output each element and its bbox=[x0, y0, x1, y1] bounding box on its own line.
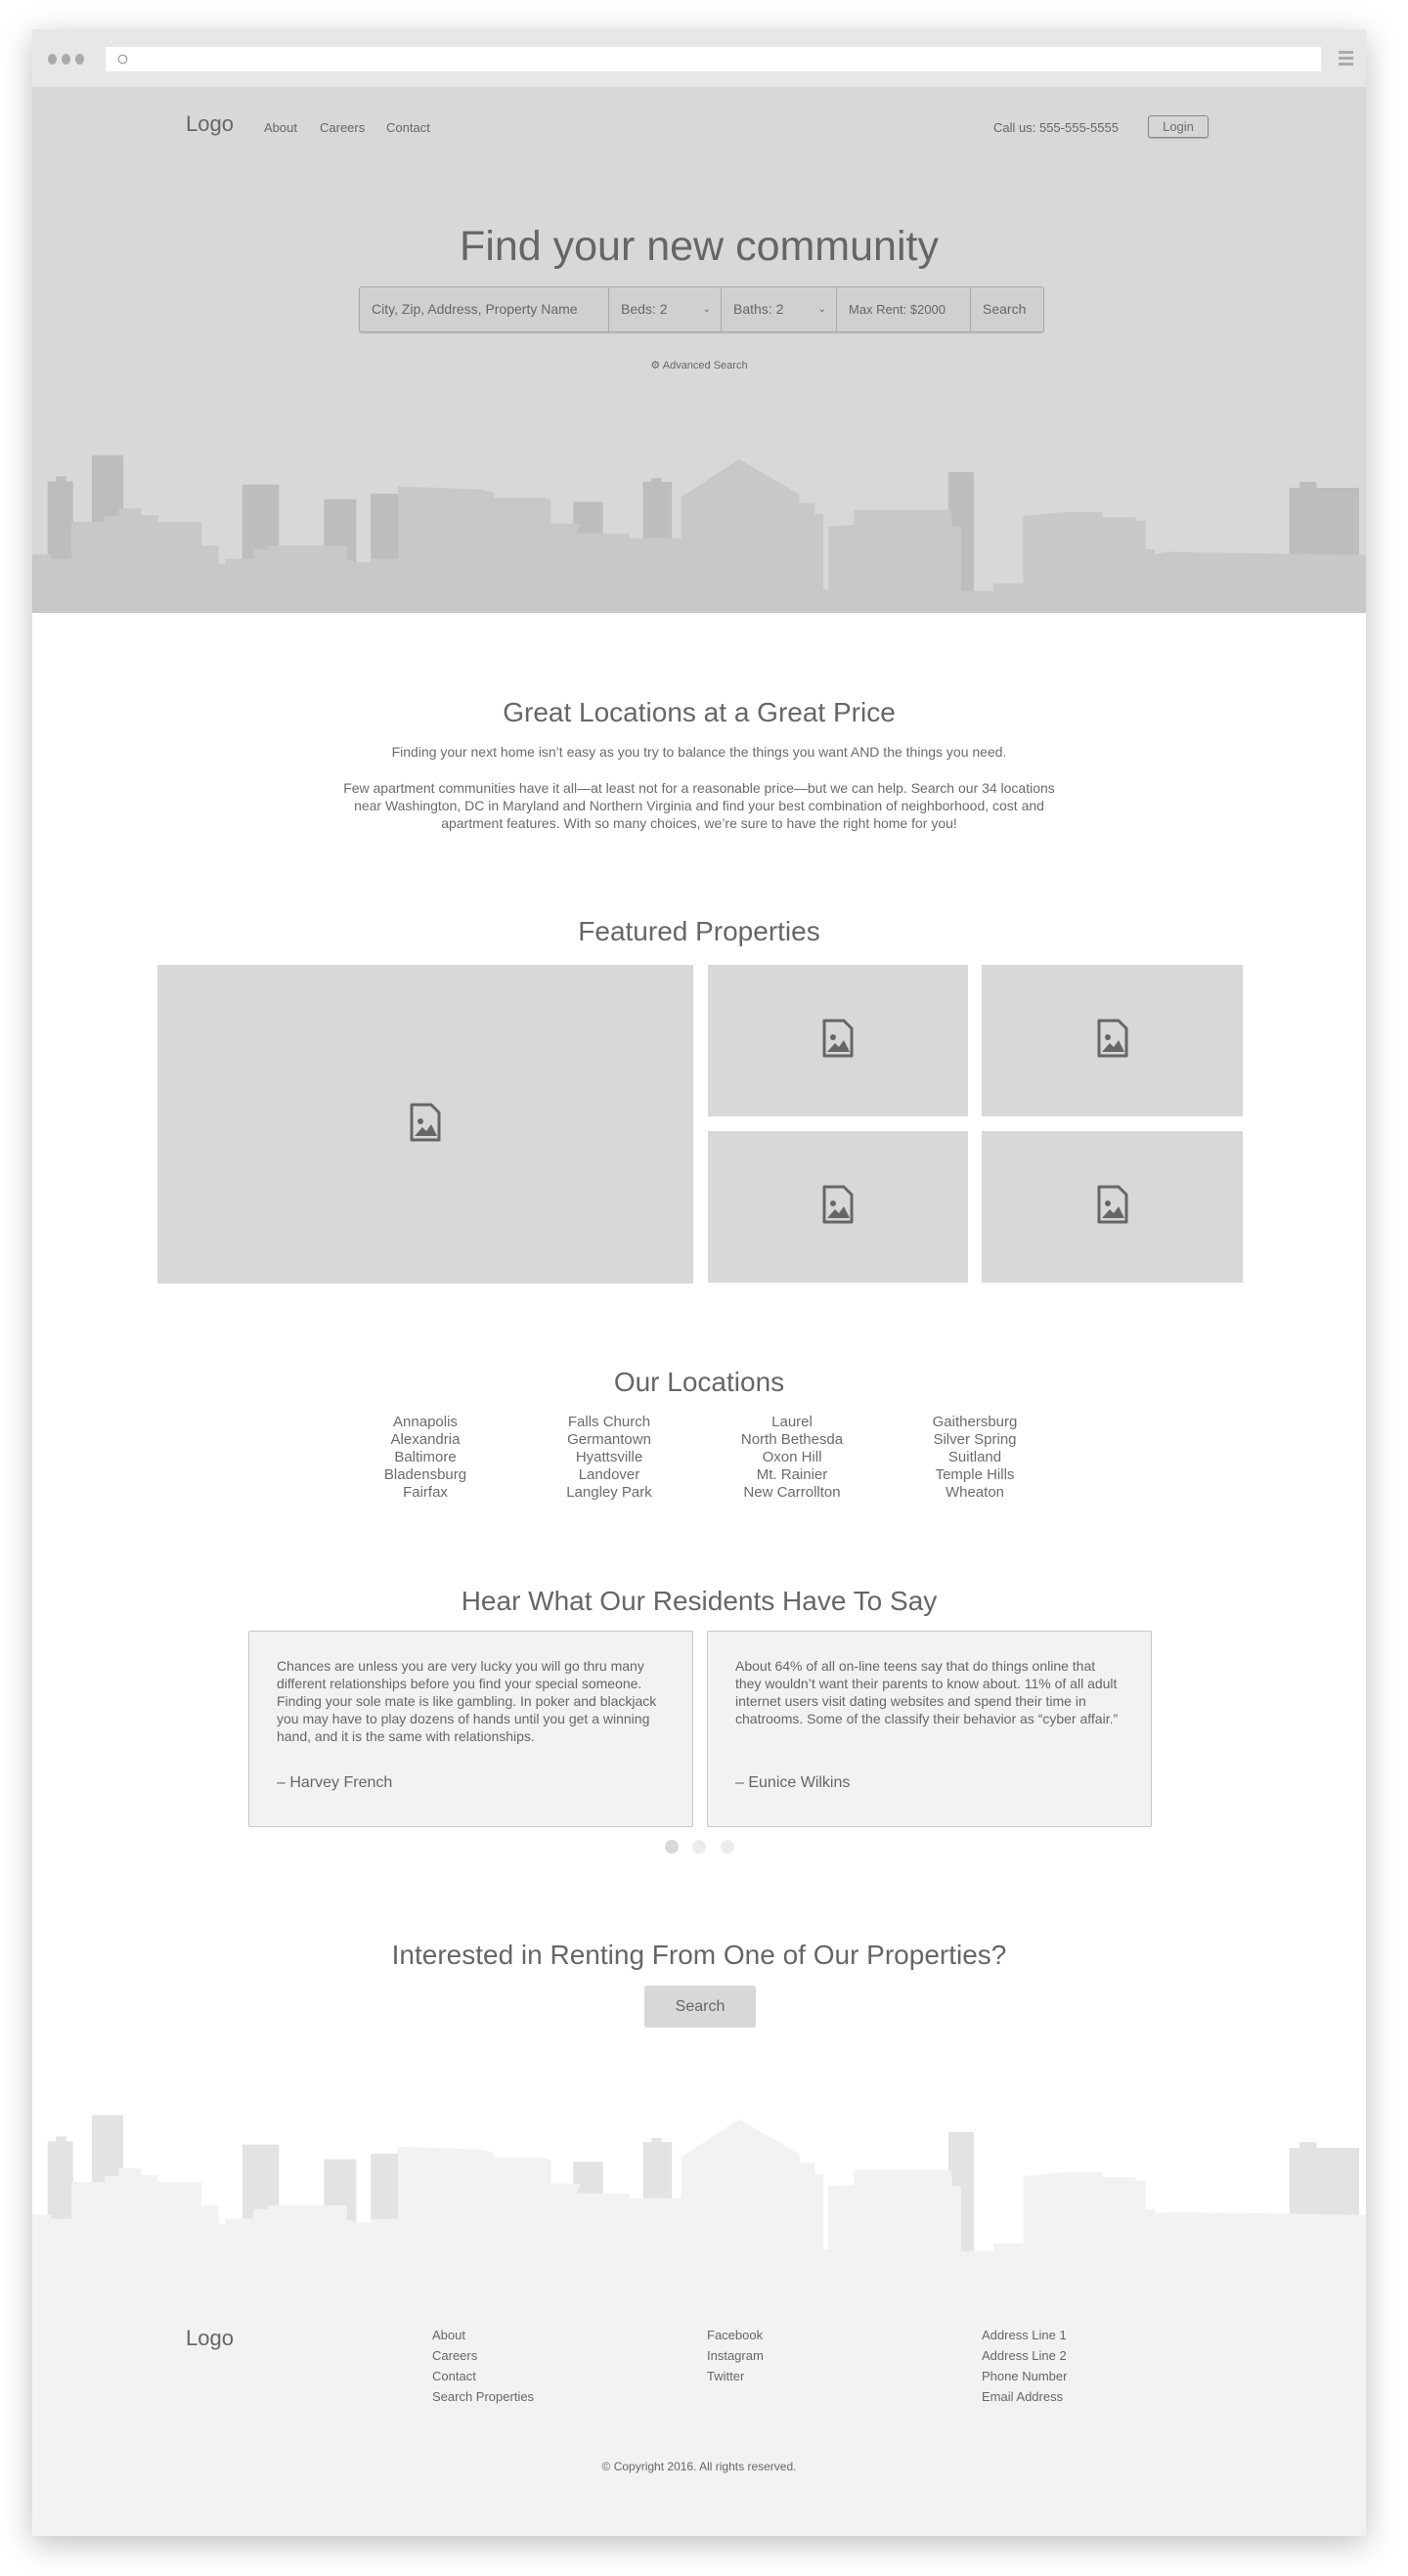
footer-logo[interactable]: Logo bbox=[186, 2326, 234, 2351]
footer-link[interactable]: Search Properties bbox=[432, 2386, 534, 2407]
footer-column: Address Line 1 Address Line 2 Phone Number… bbox=[982, 2325, 1067, 2407]
intro-paragraph: Finding your next home isn’t easy as you… bbox=[391, 744, 1007, 760]
cta-title: Interested in Renting From One of Our Pr… bbox=[391, 1940, 1007, 1970]
image-file-icon bbox=[1096, 1185, 1129, 1229]
intro-paragraph: Few apartment communities have it all—at… bbox=[343, 780, 1055, 831]
location-link[interactable]: Alexandria bbox=[337, 1431, 513, 1449]
nav-about[interactable]: About bbox=[264, 120, 297, 135]
location-link[interactable]: North Bethesda bbox=[704, 1431, 880, 1449]
featured-title: Featured Properties bbox=[578, 916, 820, 946]
featured-property-tile[interactable] bbox=[157, 965, 693, 1284]
testimonial-author: – Eunice Wilkins bbox=[735, 1774, 851, 1791]
featured-property-tile[interactable] bbox=[982, 965, 1243, 1116]
footer-link[interactable]: Address Line 1 bbox=[982, 2325, 1067, 2345]
location-link[interactable]: Bladensburg bbox=[337, 1466, 513, 1484]
testimonial-author: – Harvey French bbox=[277, 1774, 393, 1791]
beds-value: Beds: 2 bbox=[621, 301, 668, 317]
beds-select[interactable]: Beds: 2 ⌄ bbox=[609, 287, 722, 331]
advanced-search-label: Advanced Search bbox=[662, 360, 748, 371]
location-link[interactable]: Silver Spring bbox=[887, 1431, 1063, 1449]
location-link[interactable]: Annapolis bbox=[337, 1414, 513, 1431]
location-link[interactable]: Mt. Rainier bbox=[704, 1466, 880, 1484]
skyline-illustration bbox=[32, 455, 1366, 613]
locations-column: Laurel North Bethesda Oxon Hill Mt. Rainier… bbox=[704, 1414, 880, 1502]
location-link[interactable]: Gaithersburg bbox=[887, 1414, 1063, 1431]
locations-title: Our Locations bbox=[613, 1367, 785, 1397]
location-link[interactable]: Falls Church bbox=[521, 1414, 697, 1431]
chevron-down-icon: ⌄ bbox=[702, 304, 711, 315]
address-bar[interactable] bbox=[106, 47, 1321, 71]
footer-skyline-illustration bbox=[32, 2099, 1366, 2275]
hero-title: Find your new community bbox=[460, 223, 939, 270]
footer-link[interactable]: About bbox=[432, 2325, 534, 2345]
footer-column: Facebook Instagram Twitter bbox=[707, 2325, 764, 2386]
carousel-dot-active[interactable] bbox=[665, 1840, 679, 1854]
cta-search-button[interactable]: Search bbox=[644, 1986, 756, 2028]
featured-property-tile[interactable] bbox=[982, 1131, 1243, 1283]
carousel-dot[interactable] bbox=[692, 1840, 706, 1854]
testimonials-title: Hear What Our Residents Have To Say bbox=[461, 1586, 938, 1616]
location-search-input[interactable]: City, Zip, Address, Property Name bbox=[360, 287, 609, 331]
nav-contact[interactable]: Contact bbox=[386, 120, 430, 135]
footer-link[interactable]: Facebook bbox=[707, 2325, 764, 2345]
chevron-down-icon: ⌄ bbox=[817, 304, 826, 315]
testimonial-card: About 64% of all on-line teens say that … bbox=[707, 1631, 1152, 1827]
location-link[interactable]: Oxon Hill bbox=[704, 1449, 880, 1466]
locations-column: Gaithersburg Silver Spring Suitland Temple … bbox=[887, 1414, 1063, 1502]
search-bar: City, Zip, Address, Property Name Beds: … bbox=[359, 286, 1044, 332]
location-link[interactable]: Laurel bbox=[704, 1414, 880, 1431]
locations-column: Falls Church Germantown Hyattsville Landove… bbox=[521, 1414, 697, 1502]
featured-property-tile[interactable] bbox=[708, 965, 968, 1116]
image-file-icon bbox=[821, 1019, 855, 1063]
search-button[interactable]: Search bbox=[971, 287, 1043, 331]
location-link[interactable]: Germantown bbox=[521, 1431, 697, 1449]
location-link[interactable]: Baltimore bbox=[337, 1449, 513, 1466]
footer-link[interactable]: Email Address bbox=[982, 2386, 1067, 2407]
hamburger-menu-icon[interactable] bbox=[1339, 51, 1353, 68]
footer-link[interactable]: Careers bbox=[432, 2345, 534, 2366]
copyright: © Copyright 2016. All rights reserved. bbox=[601, 2460, 797, 2473]
location-link[interactable]: Temple Hills bbox=[887, 1466, 1063, 1484]
phone-number: Call us: 555-555-5555 bbox=[993, 120, 1119, 135]
footer-link[interactable]: Instagram bbox=[707, 2345, 764, 2366]
max-rent-input[interactable]: Max Rent: $2000 bbox=[837, 287, 971, 331]
testimonial-card: Chances are unless you are very lucky yo… bbox=[248, 1631, 693, 1827]
image-file-icon bbox=[1096, 1019, 1129, 1063]
nav-careers[interactable]: Careers bbox=[320, 120, 365, 135]
reload-icon[interactable] bbox=[117, 54, 128, 65]
featured-property-tile[interactable] bbox=[708, 1131, 968, 1283]
logo[interactable]: Logo bbox=[186, 111, 234, 137]
window-dot-icon[interactable] bbox=[75, 54, 84, 65]
baths-select[interactable]: Baths: 2 ⌄ bbox=[722, 287, 837, 331]
location-link[interactable]: Fairfax bbox=[337, 1484, 513, 1502]
location-link[interactable]: Langley Park bbox=[521, 1484, 697, 1502]
baths-value: Baths: 2 bbox=[733, 301, 784, 317]
location-link[interactable]: Wheaton bbox=[887, 1484, 1063, 1502]
window-dot-icon[interactable] bbox=[48, 54, 57, 65]
footer-link[interactable]: Twitter bbox=[707, 2366, 764, 2386]
location-link[interactable]: Landover bbox=[521, 1466, 697, 1484]
location-link[interactable]: Suitland bbox=[887, 1449, 1063, 1466]
footer-column: About Careers Contact Search Properties bbox=[432, 2325, 534, 2407]
location-link[interactable]: Hyattsville bbox=[521, 1449, 697, 1466]
carousel-dot[interactable] bbox=[721, 1840, 734, 1854]
advanced-search-link[interactable]: ⚙ Advanced Search bbox=[0, 359, 1398, 371]
footer-link[interactable]: Contact bbox=[432, 2366, 534, 2386]
image-file-icon bbox=[409, 1103, 442, 1147]
footer-link[interactable]: Address Line 2 bbox=[982, 2345, 1067, 2366]
login-button[interactable]: Login bbox=[1148, 115, 1209, 138]
hero-section bbox=[32, 87, 1366, 613]
location-link[interactable]: New Carrollton bbox=[704, 1484, 880, 1502]
intro-title: Great Locations at a Great Price bbox=[503, 697, 896, 727]
locations-column: Annapolis Alexandria Baltimore Bladensburg F… bbox=[337, 1414, 513, 1502]
testimonial-text: About 64% of all on-line teens say that … bbox=[735, 1658, 1119, 1726]
window-dot-icon[interactable] bbox=[62, 54, 70, 65]
gear-icon: ⚙ bbox=[650, 360, 661, 371]
footer-link[interactable]: Phone Number bbox=[982, 2366, 1067, 2386]
testimonial-text: Chances are unless you are very lucky yo… bbox=[277, 1658, 657, 1744]
image-file-icon bbox=[821, 1185, 855, 1229]
